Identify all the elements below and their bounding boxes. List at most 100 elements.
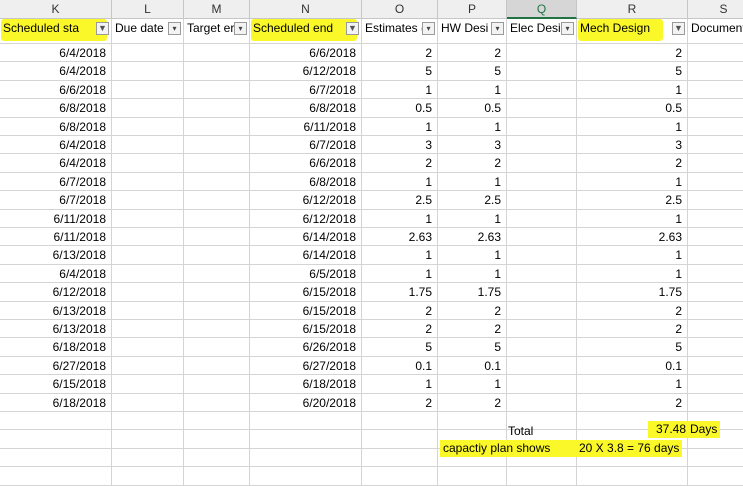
header-cell[interactable]: Target er ▾ bbox=[184, 19, 250, 44]
cell-start[interactable]: 6/4/2018 bbox=[0, 264, 112, 284]
cell-empty[interactable] bbox=[688, 394, 743, 412]
cell-empty[interactable] bbox=[688, 44, 743, 63]
cell-end[interactable]: 6/18/2018 bbox=[250, 375, 362, 394]
cell-end[interactable]: 6/15/2018 bbox=[250, 301, 362, 320]
cell-empty[interactable] bbox=[507, 62, 577, 81]
cell-empty[interactable] bbox=[688, 99, 743, 118]
cell-est[interactable]: 1 bbox=[362, 172, 438, 192]
cell-hw[interactable]: 2 bbox=[438, 393, 507, 412]
cell-empty[interactable] bbox=[112, 246, 184, 265]
cell-start[interactable]: 6/4/2018 bbox=[0, 44, 112, 63]
filter-dropdown-icon[interactable]: ▾ bbox=[561, 22, 574, 35]
cell-empty[interactable] bbox=[184, 320, 250, 339]
cell-empty[interactable] bbox=[184, 62, 250, 81]
cell-empty[interactable] bbox=[688, 320, 743, 339]
cell-start[interactable]: 6/12/2018 bbox=[0, 283, 112, 302]
cell-empty[interactable] bbox=[688, 338, 743, 357]
cell-est[interactable]: 0.1 bbox=[362, 356, 438, 376]
cell-empty[interactable] bbox=[688, 228, 743, 247]
header-cell[interactable]: Estimates (▾ bbox=[362, 19, 438, 44]
cell-empty[interactable] bbox=[112, 448, 184, 468]
cell-empty[interactable] bbox=[112, 320, 184, 339]
cell-est[interactable]: 1 bbox=[362, 375, 438, 394]
cell-hw[interactable]: 3 bbox=[438, 136, 507, 155]
cell-empty[interactable] bbox=[688, 81, 743, 100]
header-cell[interactable]: Mech Design ▼ bbox=[577, 19, 688, 44]
cell-empty[interactable] bbox=[184, 283, 250, 302]
cell-empty[interactable] bbox=[688, 191, 743, 210]
cell-hw[interactable]: 1 bbox=[438, 80, 507, 100]
cell-empty[interactable] bbox=[0, 430, 112, 449]
cell-start[interactable]: 6/27/2018 bbox=[0, 356, 112, 376]
cell-empty[interactable] bbox=[688, 118, 743, 136]
cell-start[interactable]: 6/7/2018 bbox=[0, 172, 112, 192]
cell-end[interactable]: 6/5/2018 bbox=[250, 264, 362, 284]
cell-est[interactable]: 2 bbox=[362, 154, 438, 173]
cell-start[interactable]: 6/4/2018 bbox=[0, 154, 112, 173]
cell-empty[interactable] bbox=[184, 228, 250, 247]
cell-mech[interactable]: 3 bbox=[577, 136, 688, 155]
cell-empty[interactable] bbox=[184, 430, 250, 449]
cell-hw[interactable]: 2.63 bbox=[438, 228, 507, 247]
cell-mech[interactable]: 5 bbox=[577, 62, 688, 81]
cell-empty[interactable] bbox=[438, 467, 507, 486]
cell-end[interactable]: 6/6/2018 bbox=[250, 154, 362, 173]
cell-empty[interactable] bbox=[184, 467, 250, 486]
cell-start[interactable]: 6/8/2018 bbox=[0, 99, 112, 118]
cell-hw[interactable]: 1 bbox=[438, 264, 507, 284]
cell-empty[interactable] bbox=[438, 412, 507, 431]
cell-est[interactable]: 1 bbox=[362, 209, 438, 228]
cell-est[interactable]: 2 bbox=[362, 393, 438, 412]
cell-empty[interactable] bbox=[0, 412, 112, 431]
cell-end[interactable]: 6/15/2018 bbox=[250, 283, 362, 302]
cell-empty[interactable] bbox=[112, 467, 184, 486]
cell-empty[interactable] bbox=[112, 393, 184, 412]
cell-est[interactable]: 3 bbox=[362, 136, 438, 155]
cell-end[interactable]: 6/7/2018 bbox=[250, 80, 362, 100]
cell-empty[interactable] bbox=[688, 210, 743, 228]
cell-start[interactable]: 6/18/2018 bbox=[0, 393, 112, 412]
capacity-label[interactable]: capactiy plan shows bbox=[440, 440, 579, 457]
cell-empty[interactable] bbox=[507, 264, 577, 284]
cell-end[interactable]: 6/27/2018 bbox=[250, 356, 362, 376]
cell-empty[interactable] bbox=[688, 467, 743, 486]
cell-empty[interactable] bbox=[507, 136, 577, 155]
cell-empty[interactable] bbox=[507, 172, 577, 192]
cell-empty[interactable] bbox=[507, 44, 577, 63]
cell-mech[interactable]: 0.5 bbox=[577, 99, 688, 118]
cell-empty[interactable] bbox=[507, 393, 577, 412]
cell-start[interactable]: 6/15/2018 bbox=[0, 375, 112, 394]
cell-start[interactable]: 6/4/2018 bbox=[0, 136, 112, 155]
cell-empty[interactable] bbox=[688, 357, 743, 376]
cell-est[interactable]: 5 bbox=[362, 338, 438, 357]
cell-end[interactable]: 6/26/2018 bbox=[250, 338, 362, 357]
cell-est[interactable]: 2.5 bbox=[362, 191, 438, 210]
cell-est[interactable]: 2 bbox=[362, 320, 438, 339]
cell-empty[interactable] bbox=[688, 302, 743, 320]
cell-mech[interactable]: 2 bbox=[577, 393, 688, 412]
cell-hw[interactable]: 2 bbox=[438, 154, 507, 173]
cell-end[interactable]: 6/8/2018 bbox=[250, 172, 362, 192]
filter-active-icon[interactable]: ▼ bbox=[672, 22, 685, 35]
cell-empty[interactable] bbox=[250, 412, 362, 431]
cell-hw[interactable]: 1 bbox=[438, 246, 507, 265]
cell-est[interactable]: 1 bbox=[362, 264, 438, 284]
cell-est[interactable]: 2 bbox=[362, 301, 438, 320]
cell-start[interactable]: 6/11/2018 bbox=[0, 228, 112, 247]
cell-empty[interactable] bbox=[184, 375, 250, 394]
cell-empty[interactable] bbox=[688, 265, 743, 284]
cell-hw[interactable]: 1.75 bbox=[438, 283, 507, 302]
cell-empty[interactable] bbox=[250, 467, 362, 486]
cell-empty[interactable] bbox=[507, 467, 577, 486]
cell-start[interactable]: 6/18/2018 bbox=[0, 338, 112, 357]
column-header-k[interactable]: K bbox=[0, 0, 112, 19]
filter-active-icon[interactable]: ▼ bbox=[346, 22, 359, 35]
cell-empty[interactable] bbox=[184, 264, 250, 284]
cell-hw[interactable]: 2 bbox=[438, 320, 507, 339]
cell-empty[interactable] bbox=[688, 246, 743, 265]
cell-empty[interactable] bbox=[184, 356, 250, 376]
filter-dropdown-icon[interactable]: ▾ bbox=[168, 22, 181, 35]
cell-hw[interactable]: 2 bbox=[438, 301, 507, 320]
cell-empty[interactable] bbox=[688, 449, 743, 468]
total-label[interactable]: Total bbox=[508, 423, 533, 439]
